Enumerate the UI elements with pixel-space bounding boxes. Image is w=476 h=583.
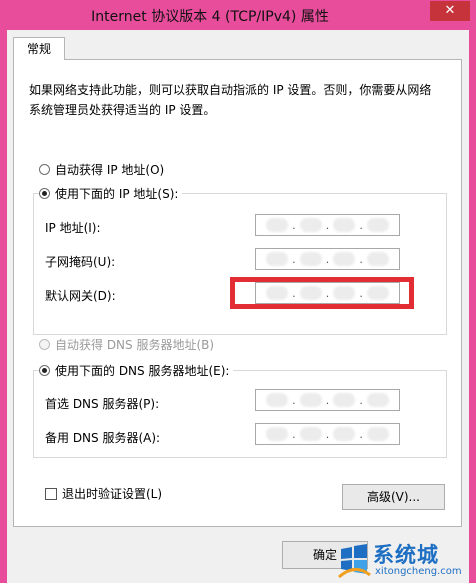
manual-dns-option[interactable]: 使用下面的 DNS 服务器地址(E): <box>39 362 234 379</box>
dialog-body: 常规 如果网络支持此功能，则可以获取自动指派的 IP 设置。否则，你需要从网络系… <box>7 30 469 583</box>
close-button[interactable]: ✕ <box>430 1 470 21</box>
auto-dns-option: 自动获得 DNS 服务器地址(B) <box>39 336 219 353</box>
validate-checkbox[interactable] <box>45 487 57 500</box>
auto-ip-radio[interactable] <box>39 164 50 175</box>
subnet-mask-label: 子网掩码(U): <box>45 255 116 269</box>
manual-dns-label: 使用下面的 DNS 服务器地址(E): <box>55 364 230 378</box>
auto-dns-label: 自动获得 DNS 服务器地址(B) <box>55 338 215 352</box>
subnet-mask-field[interactable]: ... <box>255 248 400 270</box>
highlight-box <box>230 277 414 309</box>
watermark-logo-icon <box>338 544 371 579</box>
validate-option[interactable]: 退出时验证设置(L) <box>45 485 162 502</box>
window-title: Internet 协议版本 4 (TCP/IPv4) 属性 <box>91 9 329 25</box>
watermark-site: xitongcheng.com <box>375 566 462 577</box>
preferred-dns-field[interactable]: ... <box>255 389 400 411</box>
auto-dns-radio <box>39 339 50 350</box>
manual-dns-radio[interactable] <box>39 365 50 376</box>
auto-ip-option[interactable]: 自动获得 IP 地址(O) <box>39 161 169 178</box>
alternate-dns-field[interactable]: ... <box>255 423 400 445</box>
tab-general[interactable]: 常规 <box>13 37 65 60</box>
auto-ip-label: 自动获得 IP 地址(O) <box>55 163 165 177</box>
preferred-dns-label: 首选 DNS 服务器(P): <box>45 397 160 411</box>
alternate-dns-label: 备用 DNS 服务器(A): <box>45 431 161 445</box>
ip-address-label: IP 地址(I): <box>45 221 101 235</box>
manual-ip-radio[interactable] <box>39 188 50 199</box>
manual-ip-label: 使用下面的 IP 地址(S): <box>55 187 179 201</box>
watermark: 系统城 xitongcheng.com <box>337 539 472 581</box>
advanced-button[interactable]: 高级(V)... <box>342 484 445 510</box>
manual-ip-option[interactable]: 使用下面的 IP 地址(S): <box>39 185 183 202</box>
default-gateway-label: 默认网关(D): <box>45 289 116 303</box>
ip-address-field[interactable]: ... <box>255 214 400 236</box>
validate-label: 退出时验证设置(L) <box>62 487 163 501</box>
title-bar: Internet 协议版本 4 (TCP/IPv4) 属性 ✕ <box>0 0 476 30</box>
watermark-brand: 系统城 <box>373 543 439 567</box>
close-icon: ✕ <box>444 3 456 18</box>
intro-text: 如果网络支持此功能，则可以获取自动指派的 IP 设置。否则，你需要从网络系统管理… <box>29 83 432 117</box>
